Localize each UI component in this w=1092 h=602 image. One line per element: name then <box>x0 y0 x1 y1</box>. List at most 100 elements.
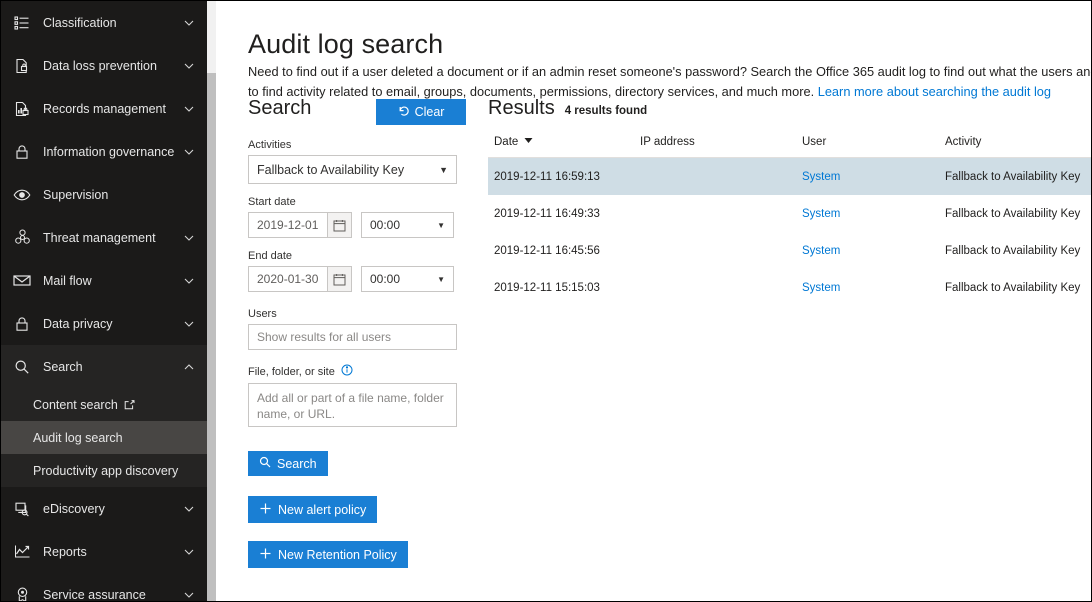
chevron-down-icon[interactable] <box>181 316 197 332</box>
column-header-user[interactable]: User <box>802 136 945 148</box>
table-row[interactable]: 2019-12-11 16:49:33 System Fallback to A… <box>488 195 1091 232</box>
chevron-down-icon[interactable] <box>181 501 197 517</box>
cell-date: 2019-12-11 15:15:03 <box>494 281 600 294</box>
search-icon <box>259 456 271 471</box>
chevron-down-icon[interactable] <box>181 544 197 560</box>
chevron-down-icon[interactable] <box>181 144 197 160</box>
sidebar-item-data-loss-prevention[interactable]: Data loss prevention <box>1 44 207 87</box>
search-panel: Search Clear Activities Fallback to Avai… <box>248 97 466 568</box>
sidebar-item-ediscovery[interactable]: eDiscovery <box>1 487 207 530</box>
chevron-down-icon[interactable] <box>181 101 197 117</box>
sidebar-item-audit-log-search[interactable]: Audit log search <box>1 421 207 454</box>
sort-descending-icon <box>524 136 533 148</box>
sidebar-item-reports[interactable]: Reports <box>1 530 207 573</box>
chevron-down-icon[interactable] <box>181 58 197 74</box>
sidebar-item-data-privacy[interactable]: Data privacy <box>1 302 207 345</box>
chart-line-icon <box>11 541 33 563</box>
list-icon <box>11 12 33 34</box>
users-field: Users Show results for all users <box>248 308 463 350</box>
start-date-input[interactable]: 2019-12-01 <box>248 212 327 238</box>
external-link-icon <box>124 399 135 410</box>
user-link[interactable]: System <box>802 208 840 220</box>
clear-button[interactable]: Clear <box>376 99 466 125</box>
sidebar-item-content-search[interactable]: Content search <box>1 388 207 421</box>
sidebar-item-label: Reports <box>43 544 87 559</box>
table-row[interactable]: 2019-12-11 15:15:03 System Fallback to A… <box>488 269 1091 306</box>
sidebar-item-search[interactable]: Search <box>1 345 207 388</box>
end-time-select[interactable]: 00:00 ▼ <box>361 266 454 292</box>
eye-icon <box>11 184 33 206</box>
cell-activity: Fallback to Availability Key <box>945 244 1081 257</box>
search-icon <box>11 356 33 378</box>
sidebar-item-label: Mail flow <box>43 273 92 288</box>
activities-dropdown[interactable]: Fallback to Availability Key ▼ <box>248 155 457 184</box>
page-description: Need to find out if a user deleted a doc… <box>248 62 1091 102</box>
start-date-field: Start date 2019-12-01 00:00 ▼ <box>248 196 463 238</box>
chevron-down-icon[interactable] <box>181 273 197 289</box>
service-assurance-icon <box>11 584 33 601</box>
chevron-down-icon[interactable] <box>181 230 197 246</box>
new-alert-policy-row: New alert policy <box>248 496 463 523</box>
end-date-input[interactable]: 2020-01-30 <box>248 266 327 292</box>
users-label: Users <box>248 308 277 320</box>
sidebar-item-classification[interactable]: Classification <box>1 1 207 44</box>
sidebar-item-service-assurance[interactable]: Service assurance <box>1 573 207 601</box>
file-folder-site-input[interactable]: Add all or part of a file name, folder n… <box>248 383 457 427</box>
user-link[interactable]: System <box>802 245 840 257</box>
sidebar-item-threat-management[interactable]: Threat management <box>1 216 207 259</box>
chevron-up-icon[interactable] <box>181 359 197 375</box>
sidebar-item-label: Supervision <box>43 187 109 202</box>
activities-value: Fallback to Availability Key <box>257 162 405 177</box>
start-time-select[interactable]: 00:00 ▼ <box>361 212 454 238</box>
sidebar-item-records-management[interactable]: Records management <box>1 87 207 130</box>
table-row[interactable]: 2019-12-11 16:45:56 System Fallback to A… <box>488 232 1091 269</box>
table-row[interactable]: 2019-12-11 16:59:13 System Fallback to A… <box>488 158 1091 195</box>
column-header-activity[interactable]: Activity <box>945 136 1091 148</box>
cell-user: System <box>802 282 945 294</box>
end-date-row: 2020-01-30 00:00 ▼ <box>248 266 463 292</box>
end-date-wrap: 2020-01-30 <box>248 266 352 292</box>
new-alert-policy-button[interactable]: New alert policy <box>248 496 378 523</box>
lock-icon <box>11 141 33 163</box>
calendar-icon[interactable] <box>327 266 352 292</box>
user-link[interactable]: System <box>802 282 840 294</box>
activities-field: Activities Fallback to Availability Key … <box>248 139 463 184</box>
sidebar-subitem-label: Audit log search <box>33 430 123 445</box>
end-time-value: 00:00 <box>370 272 401 286</box>
sidebar-item-label: Threat management <box>43 230 156 245</box>
cell-date: 2019-12-11 16:49:33 <box>494 207 600 220</box>
file-folder-site-label-row: File, folder, or site <box>248 364 463 379</box>
new-retention-policy-label: New Retention Policy <box>278 547 397 562</box>
end-date-field: End date 2020-01-30 00:00 ▼ <box>248 250 463 292</box>
column-header-date[interactable]: Date <box>488 136 640 148</box>
main-content: Audit log search Need to find out if a u… <box>216 1 1091 601</box>
results-header: Results 4 results found <box>488 97 1088 120</box>
activities-label: Activities <box>248 139 292 151</box>
column-header-ip-address[interactable]: IP address <box>640 136 802 148</box>
chevron-down-icon[interactable] <box>181 15 197 31</box>
info-icon[interactable] <box>341 364 353 379</box>
sidebar-scrollbar-thumb[interactable] <box>207 73 216 601</box>
sidebar-item-label: Search <box>43 359 83 374</box>
cell-activity: Fallback to Availability Key <box>945 207 1081 220</box>
user-link[interactable]: System <box>802 171 840 183</box>
sidebar-item-supervision[interactable]: Supervision <box>1 173 207 216</box>
sidebar-item-productivity-app-discovery[interactable]: Productivity app discovery <box>1 454 207 487</box>
plus-icon <box>259 502 272 518</box>
document-lock-icon <box>11 55 33 77</box>
users-input[interactable]: Show results for all users <box>248 324 457 350</box>
cell-date: 2019-12-11 16:59:13 <box>494 170 600 183</box>
new-retention-policy-button[interactable]: New Retention Policy <box>248 541 408 568</box>
records-lock-icon <box>11 98 33 120</box>
search-button[interactable]: Search <box>248 451 328 476</box>
sidebar-item-label: Service assurance <box>43 587 146 602</box>
undo-icon <box>398 105 410 120</box>
cell-activity: Fallback to Availability Key <box>945 170 1081 183</box>
sidebar-item-information-governance[interactable]: Information governance <box>1 130 207 173</box>
start-time-value: 00:00 <box>370 218 401 232</box>
chevron-down-icon[interactable] <box>181 587 197 602</box>
calendar-icon[interactable] <box>327 212 352 238</box>
sidebar-item-mail-flow[interactable]: Mail flow <box>1 259 207 302</box>
cell-user: System <box>802 245 945 257</box>
